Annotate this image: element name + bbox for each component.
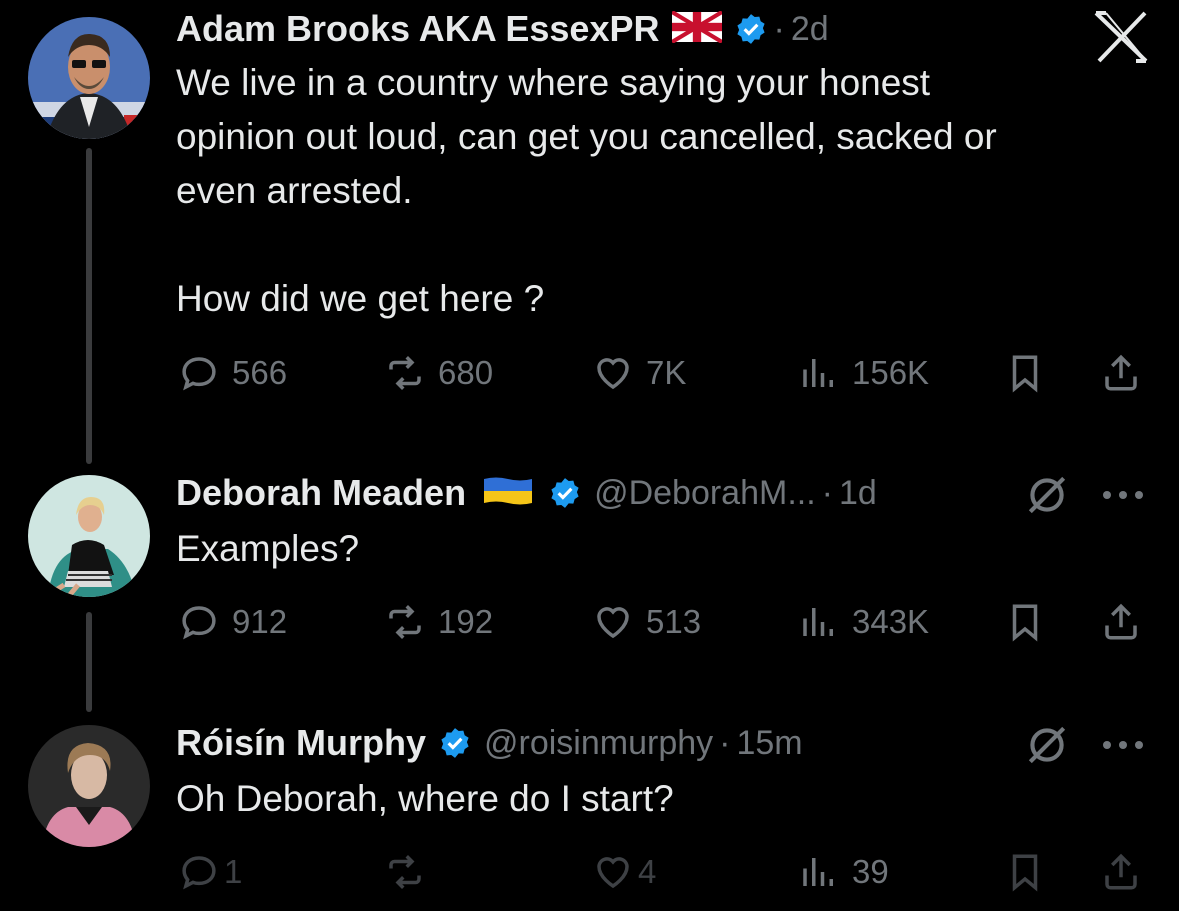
reply-count: 1 <box>224 853 243 890</box>
views-icon <box>803 608 833 636</box>
repost-icon <box>389 855 421 889</box>
views-button[interactable]: 343K <box>798 601 929 643</box>
verified-badge-icon[interactable] <box>438 726 472 760</box>
repost-button[interactable] <box>384 851 438 893</box>
reply-count: 912 <box>232 603 288 640</box>
reply-icon <box>182 357 216 391</box>
thread-line <box>86 612 92 712</box>
views-count: 156K <box>852 354 930 391</box>
share-button[interactable] <box>1100 851 1142 893</box>
reply-count: 566 <box>232 354 288 391</box>
share-icon <box>1105 853 1137 890</box>
bookmark-button[interactable] <box>1004 352 1046 394</box>
views-count: 343K <box>852 603 930 640</box>
avatar[interactable] <box>28 725 150 847</box>
avatar[interactable] <box>28 17 150 139</box>
handle[interactable]: @DeborahM... <box>594 474 816 513</box>
views-button[interactable]: 156K <box>798 352 929 394</box>
repost-count: 192 <box>438 603 494 640</box>
post-header: Deborah Meaden @DeborahM... · 1d <box>176 466 877 520</box>
display-name[interactable]: Adam Brooks AKA EssexPR <box>176 8 660 50</box>
like-count: 513 <box>646 603 702 640</box>
more-options-icon[interactable] <box>1098 480 1148 515</box>
handle[interactable]: @roisinmurphy <box>484 724 713 763</box>
reply-button[interactable]: 912 <box>178 601 287 643</box>
grok-icon[interactable] <box>1022 720 1072 775</box>
bookmark-icon <box>1012 604 1038 642</box>
like-count: 7K <box>646 354 687 391</box>
like-button[interactable]: 513 <box>592 601 701 643</box>
post-text: We live in a country where saying your h… <box>176 62 997 319</box>
separator-dot: · <box>719 723 731 762</box>
post-header: Adam Brooks AKA EssexPR · 2d <box>176 4 829 54</box>
repost-icon <box>389 605 421 639</box>
avatar[interactable] <box>28 475 150 597</box>
views-icon <box>803 359 833 387</box>
uk-flag-icon <box>670 9 723 48</box>
repost-button[interactable]: 680 <box>384 352 493 394</box>
grok-icon[interactable] <box>1022 470 1072 525</box>
more-options-icon[interactable] <box>1098 730 1148 765</box>
timestamp[interactable]: 1d <box>839 474 877 513</box>
reply-icon <box>182 606 216 640</box>
share-icon <box>1105 603 1137 640</box>
repost-button[interactable]: 192 <box>384 601 493 643</box>
timestamp[interactable]: 2d <box>791 10 829 49</box>
reply-button[interactable]: 1 <box>178 851 242 893</box>
post-text: Examples? <box>176 528 360 569</box>
post-text: Oh Deborah, where do I start? <box>176 778 674 819</box>
verified-badge-icon[interactable] <box>548 476 582 510</box>
reply-button[interactable]: 566 <box>178 352 287 394</box>
heart-icon <box>597 857 629 889</box>
display-name[interactable]: Róisín Murphy <box>176 722 426 764</box>
ukraine-flag-icon <box>484 476 533 511</box>
views-button[interactable]: 39 <box>798 851 889 893</box>
like-button[interactable]: 4 <box>592 851 656 893</box>
bookmark-icon <box>1012 854 1038 892</box>
x-logo-icon[interactable] <box>1092 10 1150 69</box>
views-count: 39 <box>852 853 889 890</box>
bookmark-icon <box>1012 355 1038 393</box>
post-header: Róisín Murphy @roisinmurphy · 15m <box>176 716 803 770</box>
views-icon <box>803 858 833 886</box>
verified-badge-icon[interactable] <box>734 12 768 46</box>
separator-dot: · <box>773 9 785 48</box>
repost-icon <box>389 356 421 390</box>
thread-line <box>86 148 92 464</box>
heart-icon <box>597 358 629 390</box>
timestamp[interactable]: 15m <box>736 724 802 763</box>
repost-count: 680 <box>438 354 494 391</box>
like-button[interactable]: 7K <box>592 352 686 394</box>
display-name[interactable]: Deborah Meaden <box>176 472 466 514</box>
share-button[interactable] <box>1100 601 1142 643</box>
heart-icon <box>597 607 629 639</box>
bookmark-button[interactable] <box>1004 601 1046 643</box>
like-count: 4 <box>638 853 657 890</box>
reply-icon <box>182 856 216 890</box>
share-button[interactable] <box>1100 352 1142 394</box>
bookmark-button[interactable] <box>1004 851 1046 893</box>
share-icon <box>1105 354 1137 391</box>
separator-dot: · <box>821 473 833 512</box>
